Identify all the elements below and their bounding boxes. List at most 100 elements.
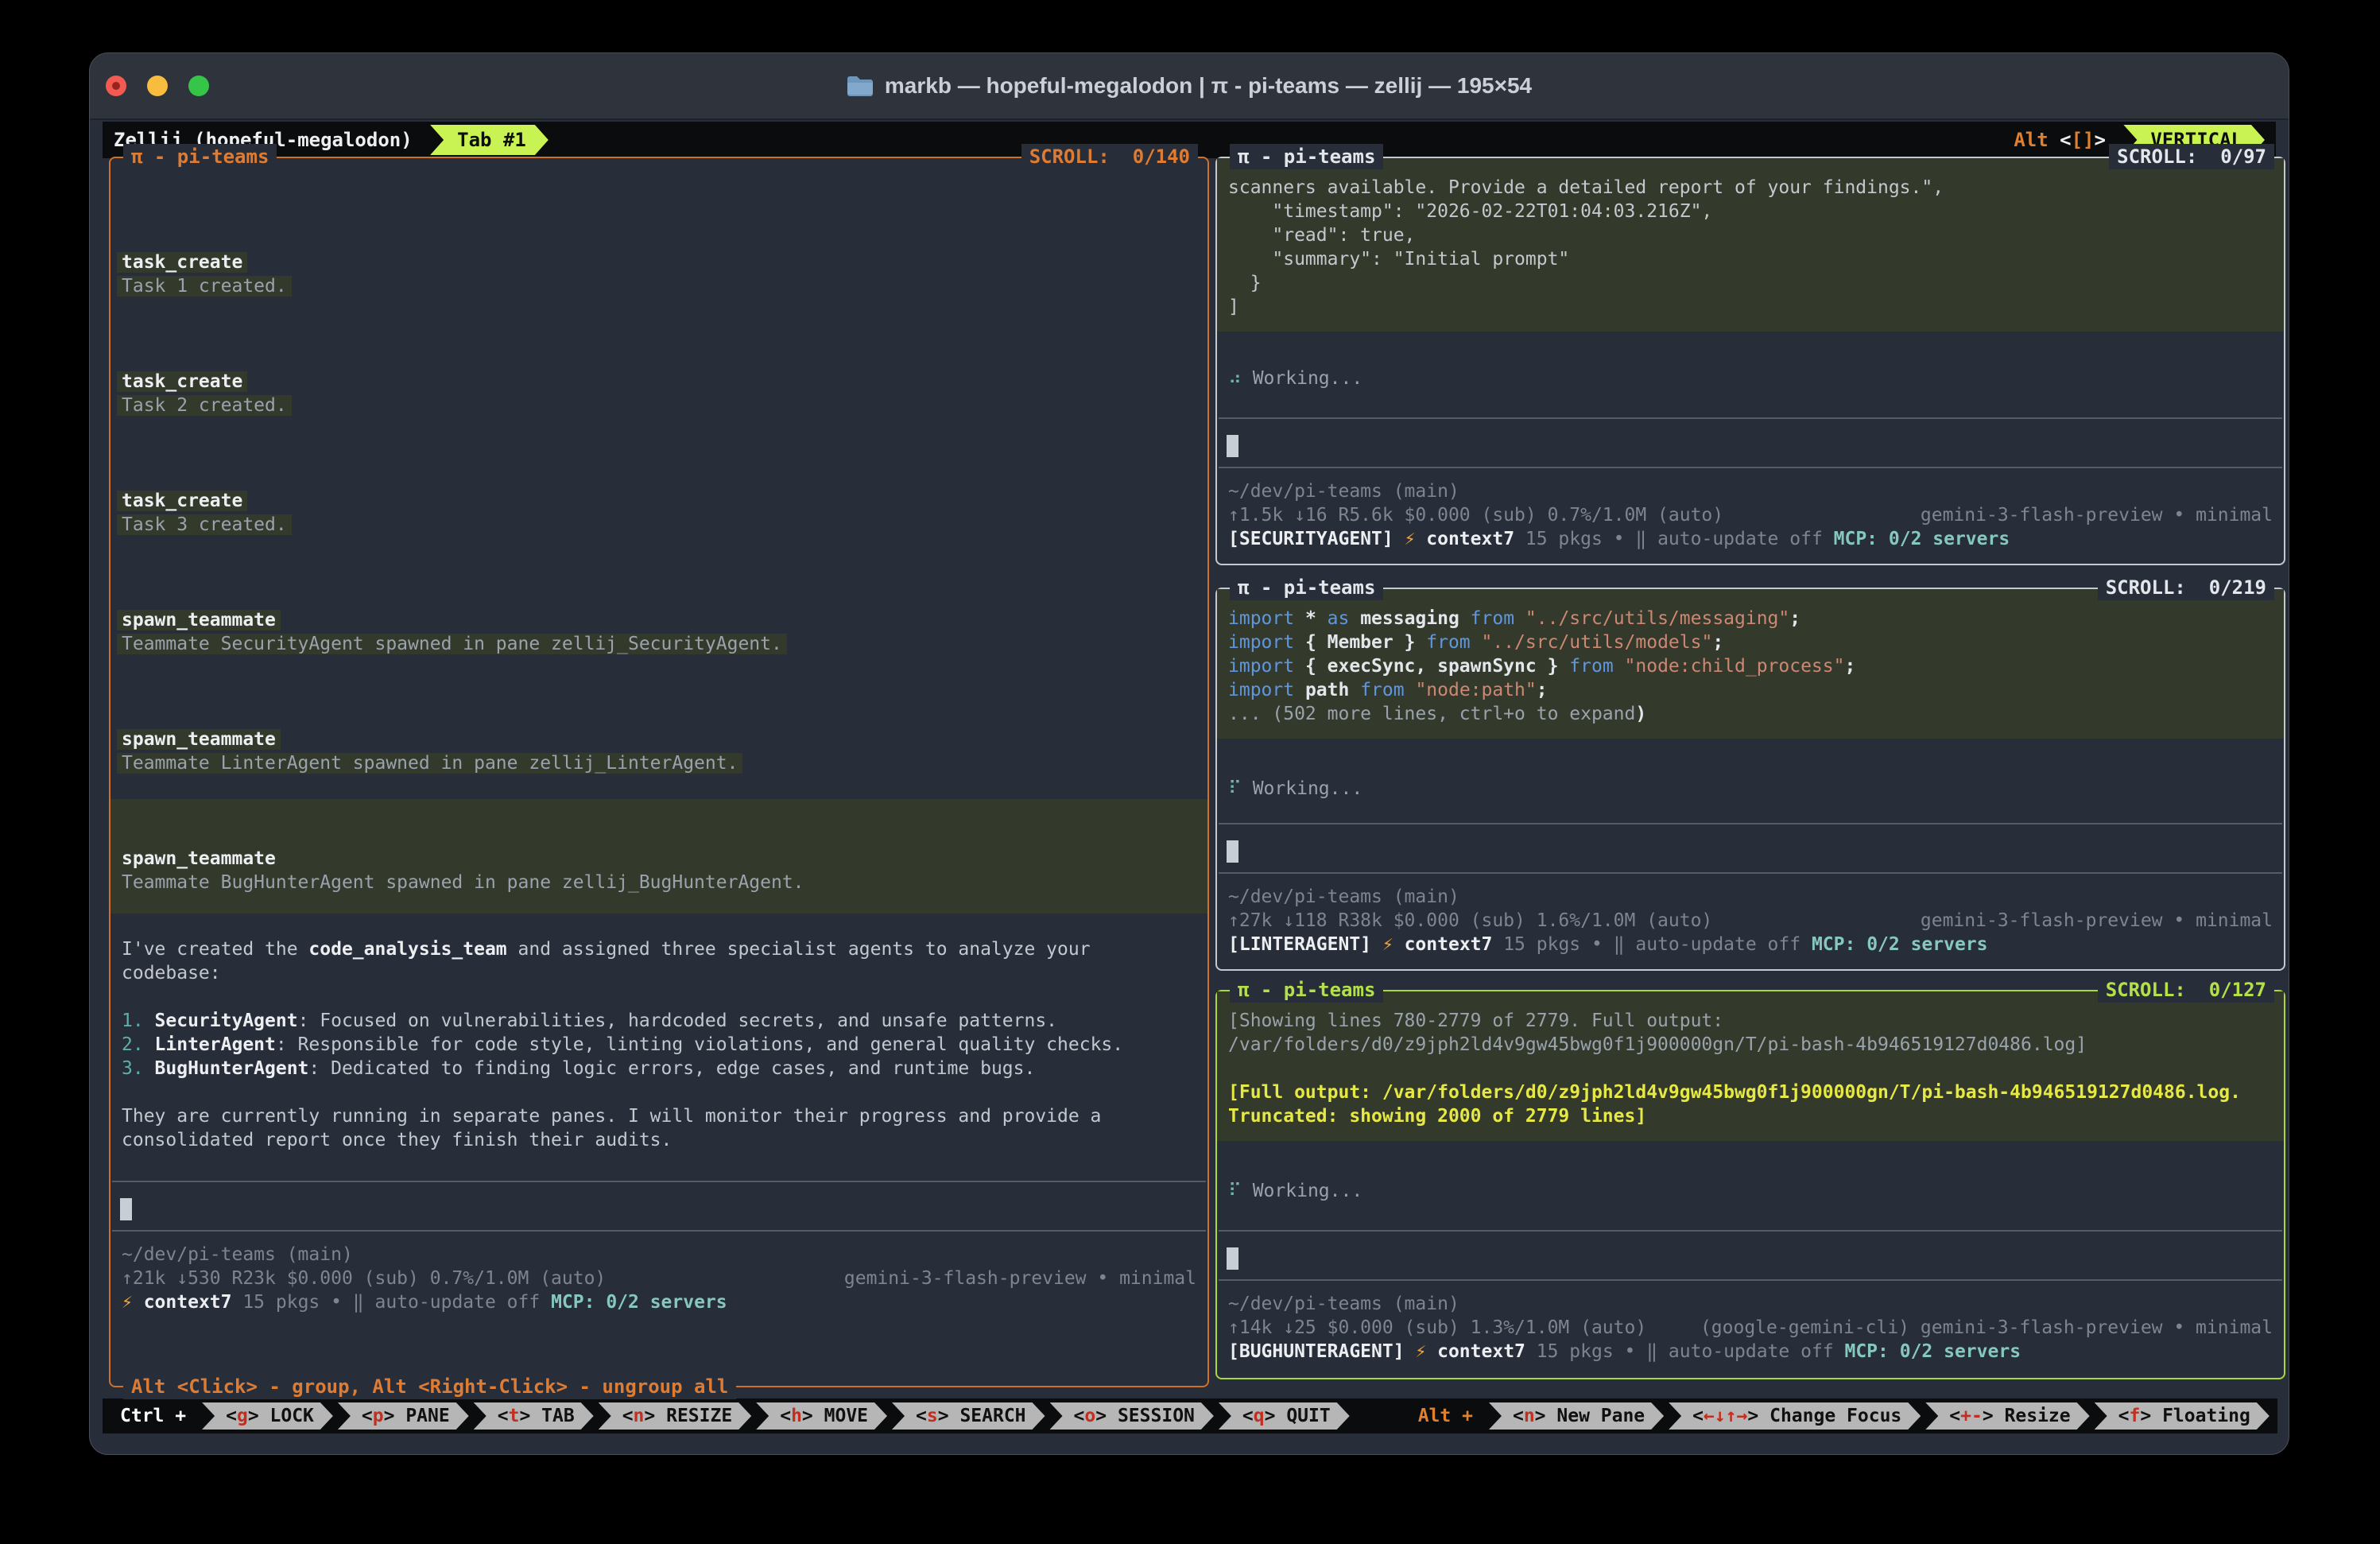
close-button[interactable] — [106, 76, 126, 96]
key-bracket: < — [1692, 1406, 1704, 1426]
scroll-indicator: SCROLL: 0/97 — [2109, 144, 2274, 169]
text-span: "read": true, — [1228, 225, 1415, 246]
tool-name: context7 — [1394, 934, 1493, 955]
code-line: import { Member } from "../src/utils/mod… — [1217, 630, 2284, 654]
keybind-label: Resize — [2005, 1406, 2071, 1426]
code-token: { Member } — [1305, 632, 1426, 653]
blank-line — [110, 985, 1207, 1009]
keybind-lock[interactable]: <g> LOCK — [202, 1402, 333, 1430]
keybind-quit[interactable]: <q> QUIT — [1219, 1402, 1350, 1430]
lightning-icon: ⚡ — [1415, 1341, 1426, 1362]
output-line: } — [1217, 271, 2284, 295]
list-number: 2. — [122, 1034, 155, 1055]
key-bracket: < — [1242, 1406, 1254, 1426]
spacer — [110, 914, 1207, 937]
code-token: ) — [1635, 704, 1646, 724]
input-row — [1217, 840, 2284, 863]
keybind-resize[interactable]: <n> RESIZE — [599, 1402, 752, 1430]
cwd-path: ~/dev/pi-teams (main) — [1217, 479, 2284, 503]
keybind-resize[interactable]: <+-> Resize — [1925, 1402, 2089, 1430]
pane-security-agent[interactable]: π - pi-teams SCROLL: 0/97 scanners avail… — [1215, 157, 2285, 565]
blank-line — [110, 584, 1207, 608]
output-line: ] — [1217, 295, 2284, 319]
usage-stats: ↑14k ↓25 $0.000 (sub) 1.3%/1.0M (auto)(g… — [1217, 1316, 2284, 1340]
agent-description: : Responsible for code style, linting vi… — [276, 1034, 1123, 1055]
keybind-floating[interactable]: <f> Floating — [2095, 1402, 2270, 1430]
log-line: [Full output: /var/folders/d0/z9jph2ld4v… — [1217, 1080, 2284, 1104]
key-bracket: < — [1074, 1406, 1085, 1426]
agent-tag: [BUGHUNTERAGENT] — [1228, 1341, 1415, 1362]
key-bracket: < — [1949, 1406, 1960, 1426]
tool-call-result: Teammate SecurityAgent spawned in pane z… — [110, 632, 1207, 656]
tool-call-name: spawn_teammate — [110, 727, 1207, 751]
tool-name-label: task_create — [117, 371, 247, 392]
tab-1[interactable]: Tab #1 — [430, 125, 548, 155]
working-label: Working... — [1242, 778, 1362, 799]
blank-line — [110, 704, 1207, 727]
keybind-label: PANE — [405, 1406, 449, 1426]
key-bracket: > — [802, 1406, 824, 1426]
agent-status-line: ⚡ context7 15 pkgs • ‖ auto-update off M… — [110, 1290, 1207, 1314]
key-bracket: < — [2118, 1406, 2130, 1426]
code-token: "../src/utils/models" — [1482, 632, 1713, 653]
keybind-pane[interactable]: <p> PANE — [338, 1402, 469, 1430]
pane-title: π - pi-teams — [1230, 575, 1383, 600]
window-title-group: markb — hopeful-megalodon | π - pi-teams… — [847, 73, 1532, 99]
cwd-path: ~/dev/pi-teams (main) — [1217, 1292, 2284, 1316]
key-bracket: < — [916, 1406, 927, 1426]
spacer — [110, 1220, 1207, 1230]
tool-name-label: spawn_teammate — [117, 610, 281, 630]
tool-result-label: Teammate LinterAgent spawned in pane zel… — [117, 753, 742, 774]
code-token: path — [1305, 680, 1360, 700]
tool-result-label: Task 3 created. — [117, 514, 292, 535]
key-bracket: > — [1983, 1406, 2005, 1426]
keybind-label: LOCK — [270, 1406, 314, 1426]
tool-call-name: spawn_teammate — [110, 608, 1207, 632]
pane-linter-agent[interactable]: π - pi-teams SCROLL: 0/219 import * as m… — [1215, 588, 2285, 971]
text-span: They are currently running in separate p… — [122, 1106, 1101, 1127]
agent-status-line: [LINTERAGENT] ⚡ context7 15 pkgs • ‖ aut… — [1217, 933, 2284, 956]
agent-list-item: 1. SecurityAgent: Focused on vulnerabili… — [110, 1009, 1207, 1033]
key-letter: ←↓↑→ — [1704, 1406, 1747, 1426]
key-bracket: > — [1095, 1406, 1118, 1426]
text-span: /var/folders/d0/z9jph2ld4v9gw45bwg0f1j90… — [1228, 1034, 2087, 1055]
text-span: } — [1228, 273, 1262, 293]
auto-update-label: auto-update off — [1657, 1341, 1844, 1362]
tool-result-label: Task 2 created. — [117, 395, 292, 416]
zoom-button[interactable] — [188, 76, 209, 96]
keybind-change-focus[interactable]: <←↓↑→> Change Focus — [1669, 1402, 1921, 1430]
mode-hint-keys: [] — [2072, 129, 2095, 151]
keybind-new-pane[interactable]: <n> New Pane — [1489, 1402, 1664, 1430]
key-letter: n — [1524, 1406, 1535, 1426]
token-stats: ↑1.5k ↓16 R5.6k $0.000 (sub) 0.7%/1.0M (… — [1228, 503, 1723, 527]
mcp-status: MCP: 0/2 servers — [1834, 529, 2010, 549]
log-line — [1217, 1057, 2284, 1080]
output-line: "read": true, — [1217, 223, 2284, 247]
code-token: * — [1305, 608, 1328, 629]
code-token: import — [1228, 632, 1305, 653]
tool-name-label: task_create — [117, 491, 247, 511]
keybind-search[interactable]: <s> SEARCH — [892, 1402, 1045, 1430]
code-token: { execSync, spawnSync } — [1305, 656, 1569, 677]
blank-line — [110, 346, 1207, 370]
pane-linter-content: import * as messaging from "../src/utils… — [1217, 589, 2284, 969]
pane-main-orchestrator[interactable]: π - pi-teams SCROLL: 0/140 Alt <Click> -… — [109, 157, 1209, 1387]
packages-label: 15 pkgs • — [1514, 529, 1635, 549]
spacer — [1217, 1141, 2284, 1179]
minimize-button[interactable] — [147, 76, 168, 96]
log-line: [Showing lines 780-2779 of 2779. Full ou… — [1217, 1009, 2284, 1033]
pane-bughunter-agent[interactable]: π - pi-teams SCROLL: 0/127 [Showing line… — [1215, 990, 2285, 1379]
titlebar[interactable]: markb — hopeful-megalodon | π - pi-teams… — [90, 53, 2289, 120]
assistant-message: consolidated report once they finish the… — [110, 1128, 1207, 1152]
tool-call-name: task_create — [110, 489, 1207, 513]
keybind-label: TAB — [541, 1406, 575, 1426]
keybind-tab[interactable]: <t> TAB — [474, 1402, 594, 1430]
keybind-move[interactable]: <h> MOVE — [756, 1402, 887, 1430]
pause-icon: ‖ — [353, 1292, 364, 1313]
model-label: gemini-3-flash-preview • minimal — [844, 1267, 1196, 1290]
blank-line — [110, 441, 1207, 465]
team-name: code_analysis_team — [308, 939, 506, 960]
keybind-session[interactable]: <o> SESSION — [1050, 1402, 1214, 1430]
code-token: import — [1228, 680, 1305, 700]
agent-list-item: 3. BugHunterAgent: Dedicated to finding … — [110, 1057, 1207, 1080]
